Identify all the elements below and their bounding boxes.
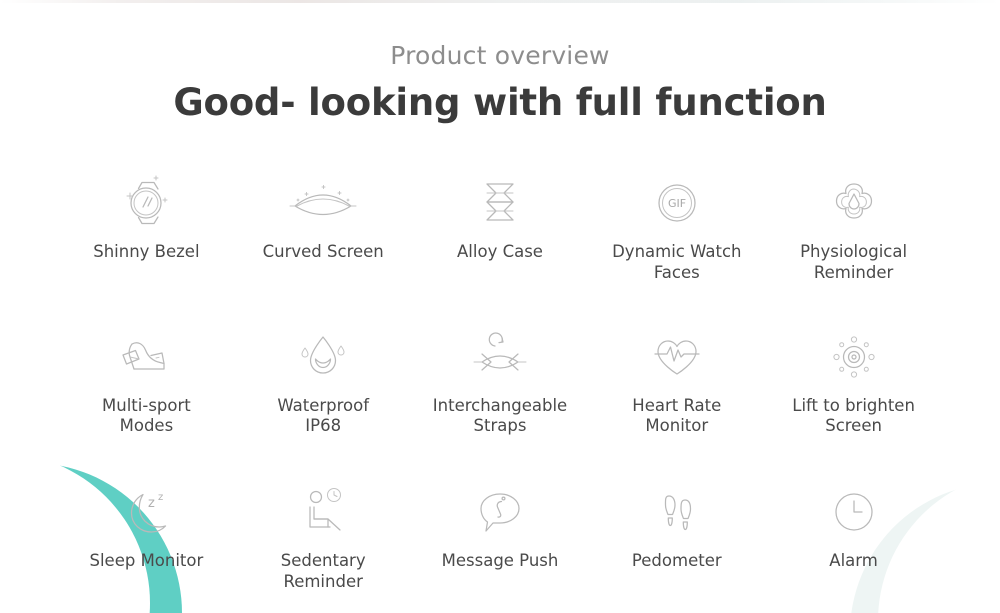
feature-item-sedentary-reminder[interactable]: Sedentary Reminder xyxy=(235,481,412,593)
top-divider-line xyxy=(0,0,1000,3)
feature-item-multi-sport-modes[interactable]: Multi-sport Modes xyxy=(58,326,235,438)
feature-label: Multi-sport Modes xyxy=(102,395,191,436)
page-heading-block: Product overview Good- looking with full… xyxy=(0,42,1000,123)
feature-row: z z Sleep Monitor Sedentary Reminder Mes… xyxy=(58,481,942,593)
feature-item-alloy-case[interactable]: Alloy Case xyxy=(412,172,589,284)
interchangeable-straps-icon xyxy=(462,326,538,388)
feature-label: Shinny Bezel xyxy=(93,242,200,261)
sleep-z-tiny: z xyxy=(158,492,163,503)
feature-label: Dynamic Watch Faces xyxy=(612,242,742,282)
feature-item-alarm[interactable]: Alarm xyxy=(765,481,942,593)
feature-row: Shinny Bezel Curved Screen Alloy Case GI… xyxy=(58,172,942,284)
product-overview-page: Product overview Good- looking with full… xyxy=(0,0,1000,613)
feature-label: Message Push xyxy=(441,551,559,571)
feature-item-physiological-reminder[interactable]: Physiological Reminder xyxy=(765,172,942,284)
feature-label: Lift to brighten Screen xyxy=(792,395,915,436)
feature-item-message-push[interactable]: Message Push xyxy=(412,481,589,593)
feature-item-curved-screen[interactable]: Curved Screen xyxy=(235,172,412,284)
feature-grid: Shinny Bezel Curved Screen Alloy Case GI… xyxy=(58,172,942,593)
feature-label: Interchangeable Straps xyxy=(432,395,568,436)
feature-label: Physiological Reminder xyxy=(800,242,908,282)
feature-label: Sleep Monitor xyxy=(89,551,204,571)
feature-item-lift-to-brighten-screen[interactable]: Lift to brighten Screen xyxy=(765,326,942,438)
lift-to-brighten-screen-icon xyxy=(823,326,885,388)
feature-item-pedometer[interactable]: Pedometer xyxy=(588,481,765,593)
message-push-bubble-icon xyxy=(467,481,533,543)
feature-label: Heart Rate Monitor xyxy=(632,395,722,436)
multi-sport-shoe-icon xyxy=(110,326,182,388)
feature-item-dynamic-watch-faces[interactable]: GIF Dynamic Watch Faces xyxy=(588,172,765,284)
physiological-reminder-flower-icon xyxy=(824,172,884,234)
feature-item-heart-rate-monitor[interactable]: Heart Rate Monitor xyxy=(588,326,765,438)
waterproof-droplet-icon xyxy=(293,326,353,388)
feature-label: Waterproof IP68 xyxy=(277,395,370,436)
curved-screen-icon xyxy=(287,172,359,234)
feature-label: Sedentary Reminder xyxy=(280,551,366,591)
page-title: Good- looking with full function xyxy=(173,80,827,124)
shinny-bezel-watch-icon xyxy=(114,172,178,234)
page-eyebrow: Product overview xyxy=(390,41,610,70)
feature-item-waterproof-ip68[interactable]: Waterproof IP68 xyxy=(235,326,412,438)
sleep-monitor-moon-icon: z z xyxy=(113,481,179,543)
dynamic-watch-faces-gif-icon: GIF xyxy=(647,172,707,234)
feature-item-sleep-monitor[interactable]: z z Sleep Monitor xyxy=(58,481,235,593)
feature-label: Pedometer xyxy=(631,551,722,571)
feature-item-shinny-bezel[interactable]: Shinny Bezel xyxy=(58,172,235,284)
feature-item-interchangeable-straps[interactable]: Interchangeable Straps xyxy=(412,326,589,438)
feature-label: Alarm xyxy=(829,551,878,571)
pedometer-footprints-icon xyxy=(647,481,707,543)
alarm-clock-icon xyxy=(824,481,884,543)
alloy-case-icon xyxy=(472,172,528,234)
sedentary-reminder-icon xyxy=(290,481,356,543)
gif-badge-text: GIF xyxy=(668,197,686,210)
sleep-z-small: z xyxy=(148,496,155,511)
feature-row: Multi-sport Modes Waterproof IP68 Interc… xyxy=(58,326,942,438)
feature-label: Alloy Case xyxy=(457,242,543,261)
feature-label: Curved Screen xyxy=(262,242,384,261)
heart-rate-monitor-icon xyxy=(645,326,709,388)
